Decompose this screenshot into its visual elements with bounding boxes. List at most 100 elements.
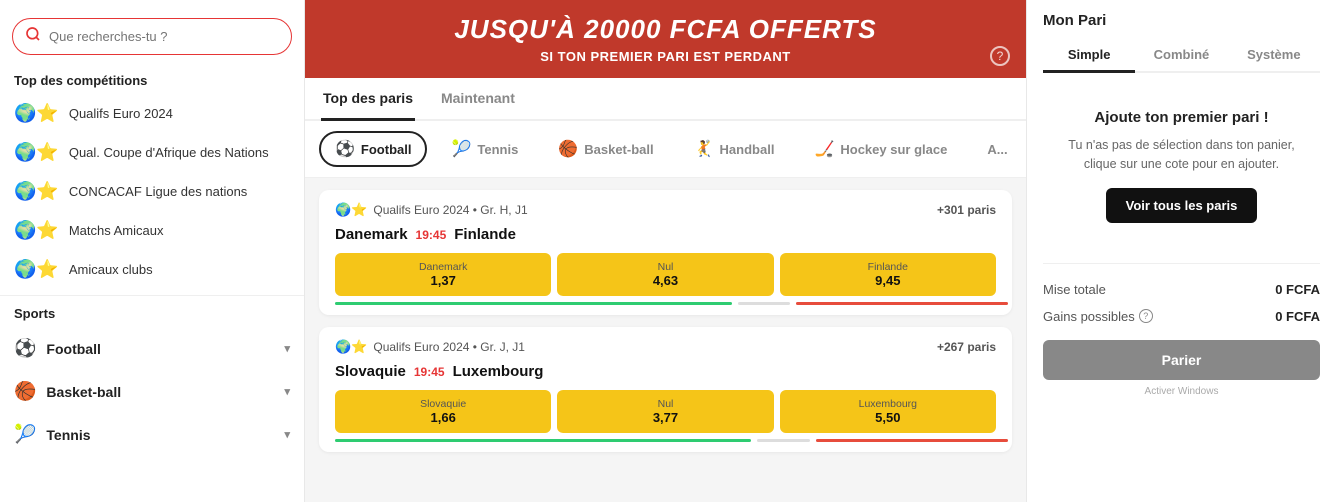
pill-hockey-label: Hockey sur glace [840,142,947,157]
chevron-down-icon: ▾ [284,342,290,355]
top-competitions-title: Top des compétitions [0,69,304,94]
match-2-teams: Slovaquie 19:45 Luxembourg [335,363,996,380]
comp-item-amicaux-clubs[interactable]: 🌍⭐ Amicaux clubs [0,250,304,289]
pill-tennis-icon: 🎾 [451,139,471,159]
banner-title: JUSQU'À 20000 FCFA OFFERTS [325,14,1006,45]
comp-item-coupe-afrique[interactable]: 🌍⭐ Qual. Coupe d'Afrique des Nations [0,133,304,172]
match-2-odd-2[interactable]: Nul 3,77 [557,390,773,433]
odd-value-2-1: 1,66 [339,410,547,425]
parier-button[interactable]: Parier [1043,340,1320,380]
match-1-team1: Danemark [335,226,408,243]
competitions-list: 🌍⭐ Qualifs Euro 2024 🌍⭐ Qual. Coupe d'Af… [0,94,304,289]
sport-football-left: ⚽ Football [14,338,101,359]
match-2-progress [335,439,996,442]
search-icon [25,26,41,47]
odd-value-2-2: 3,77 [561,410,769,425]
pill-football-label: Football [361,142,412,157]
bet-tabs: Simple Combiné Système [1043,39,1320,73]
odd-value-1-1: 1,37 [339,273,547,288]
prog-2-light [757,439,810,442]
match-2-team1: Slovaquie [335,363,406,380]
match-1-odd-3[interactable]: Finlande 9,45 [780,253,996,296]
sport-tennis-left: 🎾 Tennis [14,424,91,445]
gains-info-icon[interactable]: ? [1139,309,1153,323]
match-1-plus[interactable]: +301 paris [937,203,996,217]
gains-label-text: Gains possibles [1043,309,1135,324]
prog-1-green [335,302,732,305]
empty-bet-area: Ajoute ton premier pari ! Tu n'as pas de… [1043,89,1320,243]
globe-icon: 🌍⭐ [14,103,59,124]
bet-tab-systeme[interactable]: Système [1228,39,1320,73]
tennis-label: Tennis [46,427,90,443]
league-label-1: Qualifs Euro 2024 • Gr. H, J1 [373,203,527,217]
match-2-odds: Slovaquie 1,66 Nul 3,77 Luxembourg 5,50 [335,390,996,433]
bet-tab-simple[interactable]: Simple [1043,39,1135,73]
globe-icon-4: 🌍⭐ [14,220,59,241]
pill-tennis[interactable]: 🎾 Tennis [435,131,534,167]
globe-icon-2: 🌍⭐ [14,142,59,163]
comp-item-matchs-amicaux[interactable]: 🌍⭐ Matchs Amicaux [0,211,304,250]
globe-icon-3: 🌍⭐ [14,181,59,202]
pill-hockey-icon: 🏒 [814,139,834,159]
chevron-down-icon-3: ▾ [284,428,290,441]
sport-tennis[interactable]: 🎾 Tennis ▾ [0,413,304,456]
bet-tab-combine[interactable]: Combiné [1135,39,1227,73]
basketball-label: Basket-ball [46,384,121,400]
comp-item-qualifs-euro[interactable]: 🌍⭐ Qualifs Euro 2024 [0,94,304,133]
empty-bet-title: Ajoute ton premier pari ! [1053,109,1310,126]
sidebar: Top des compétitions 🌍⭐ Qualifs Euro 202… [0,0,305,502]
windows-watermark: Activer Windows [1043,386,1320,397]
odd-value-2-3: 5,50 [784,410,992,425]
match-2-time: 19:45 [414,365,445,379]
match-2-league: 🌍⭐ Qualifs Euro 2024 • Gr. J, J1 [335,339,525,355]
odd-value-1-3: 9,45 [784,273,992,288]
globe-icon-5: 🌍⭐ [14,259,59,280]
basketball-icon: 🏀 [14,381,36,402]
gains-value: 0 FCFA [1275,309,1320,324]
prog-2-red [816,439,1008,442]
search-input[interactable] [49,29,279,44]
sports-title: Sports [0,302,304,327]
pill-autres-label: A... [987,142,1007,157]
pill-handball-label: Handball [720,142,775,157]
pill-basketball-label: Basket-ball [584,142,653,157]
match-2-plus[interactable]: +267 paris [937,340,996,354]
odd-label-1-1: Danemark [339,261,547,273]
tab-top-paris[interactable]: Top des paris [321,78,415,121]
sport-basket-ball[interactable]: 🏀 Basket-ball ▾ [0,370,304,413]
sport-basket-left: 🏀 Basket-ball [14,381,121,402]
match-1-league: 🌍⭐ Qualifs Euro 2024 • Gr. H, J1 [335,202,528,218]
match-1-odds: Danemark 1,37 Nul 4,63 Finlande 9,45 [335,253,996,296]
match-1-odd-1[interactable]: Danemark 1,37 [335,253,551,296]
voir-paris-button[interactable]: Voir tous les paris [1106,188,1258,223]
tab-maintenant[interactable]: Maintenant [439,78,517,121]
promo-banner: JUSQU'À 20000 FCFA OFFERTS SI TON PREMIE… [305,0,1026,78]
match-1-header: 🌍⭐ Qualifs Euro 2024 • Gr. H, J1 +301 pa… [335,202,996,218]
chevron-down-icon-2: ▾ [284,385,290,398]
mise-row: Mise totale 0 FCFA [1043,276,1320,303]
match-1-progress [335,302,996,305]
match-card-2: 🌍⭐ Qualifs Euro 2024 • Gr. J, J1 +267 pa… [319,327,1012,452]
banner-subtitle: SI TON PREMIER PARI EST PERDANT [325,49,1006,64]
pill-autres[interactable]: A... [971,134,1023,165]
right-panel: Mon Pari Simple Combiné Système Ajoute t… [1026,0,1336,502]
match-2-odd-3[interactable]: Luxembourg 5,50 [780,390,996,433]
odd-label-1-2: Nul [561,261,769,273]
league-label-2: Qualifs Euro 2024 • Gr. J, J1 [373,340,525,354]
match-1-odd-2[interactable]: Nul 4,63 [557,253,773,296]
pill-basketball[interactable]: 🏀 Basket-ball [542,131,669,167]
pill-basketball-icon: 🏀 [558,139,578,159]
prog-2-green [335,439,751,442]
pill-handball[interactable]: 🤾 Handball [678,131,791,167]
odd-label-1-3: Finlande [784,261,992,273]
pill-football[interactable]: ⚽ Football [319,131,427,167]
match-2-odd-1[interactable]: Slovaquie 1,66 [335,390,551,433]
pill-hockey[interactable]: 🏒 Hockey sur glace [798,131,963,167]
sport-football[interactable]: ⚽ Football ▾ [0,327,304,370]
match-1-time: 19:45 [416,228,447,242]
comp-label-5: Amicaux clubs [69,262,153,277]
comp-item-concacaf[interactable]: 🌍⭐ CONCACAF Ligue des nations [0,172,304,211]
tennis-icon: 🎾 [14,424,36,445]
info-icon[interactable]: ? [990,46,1010,66]
search-bar[interactable] [12,18,292,55]
